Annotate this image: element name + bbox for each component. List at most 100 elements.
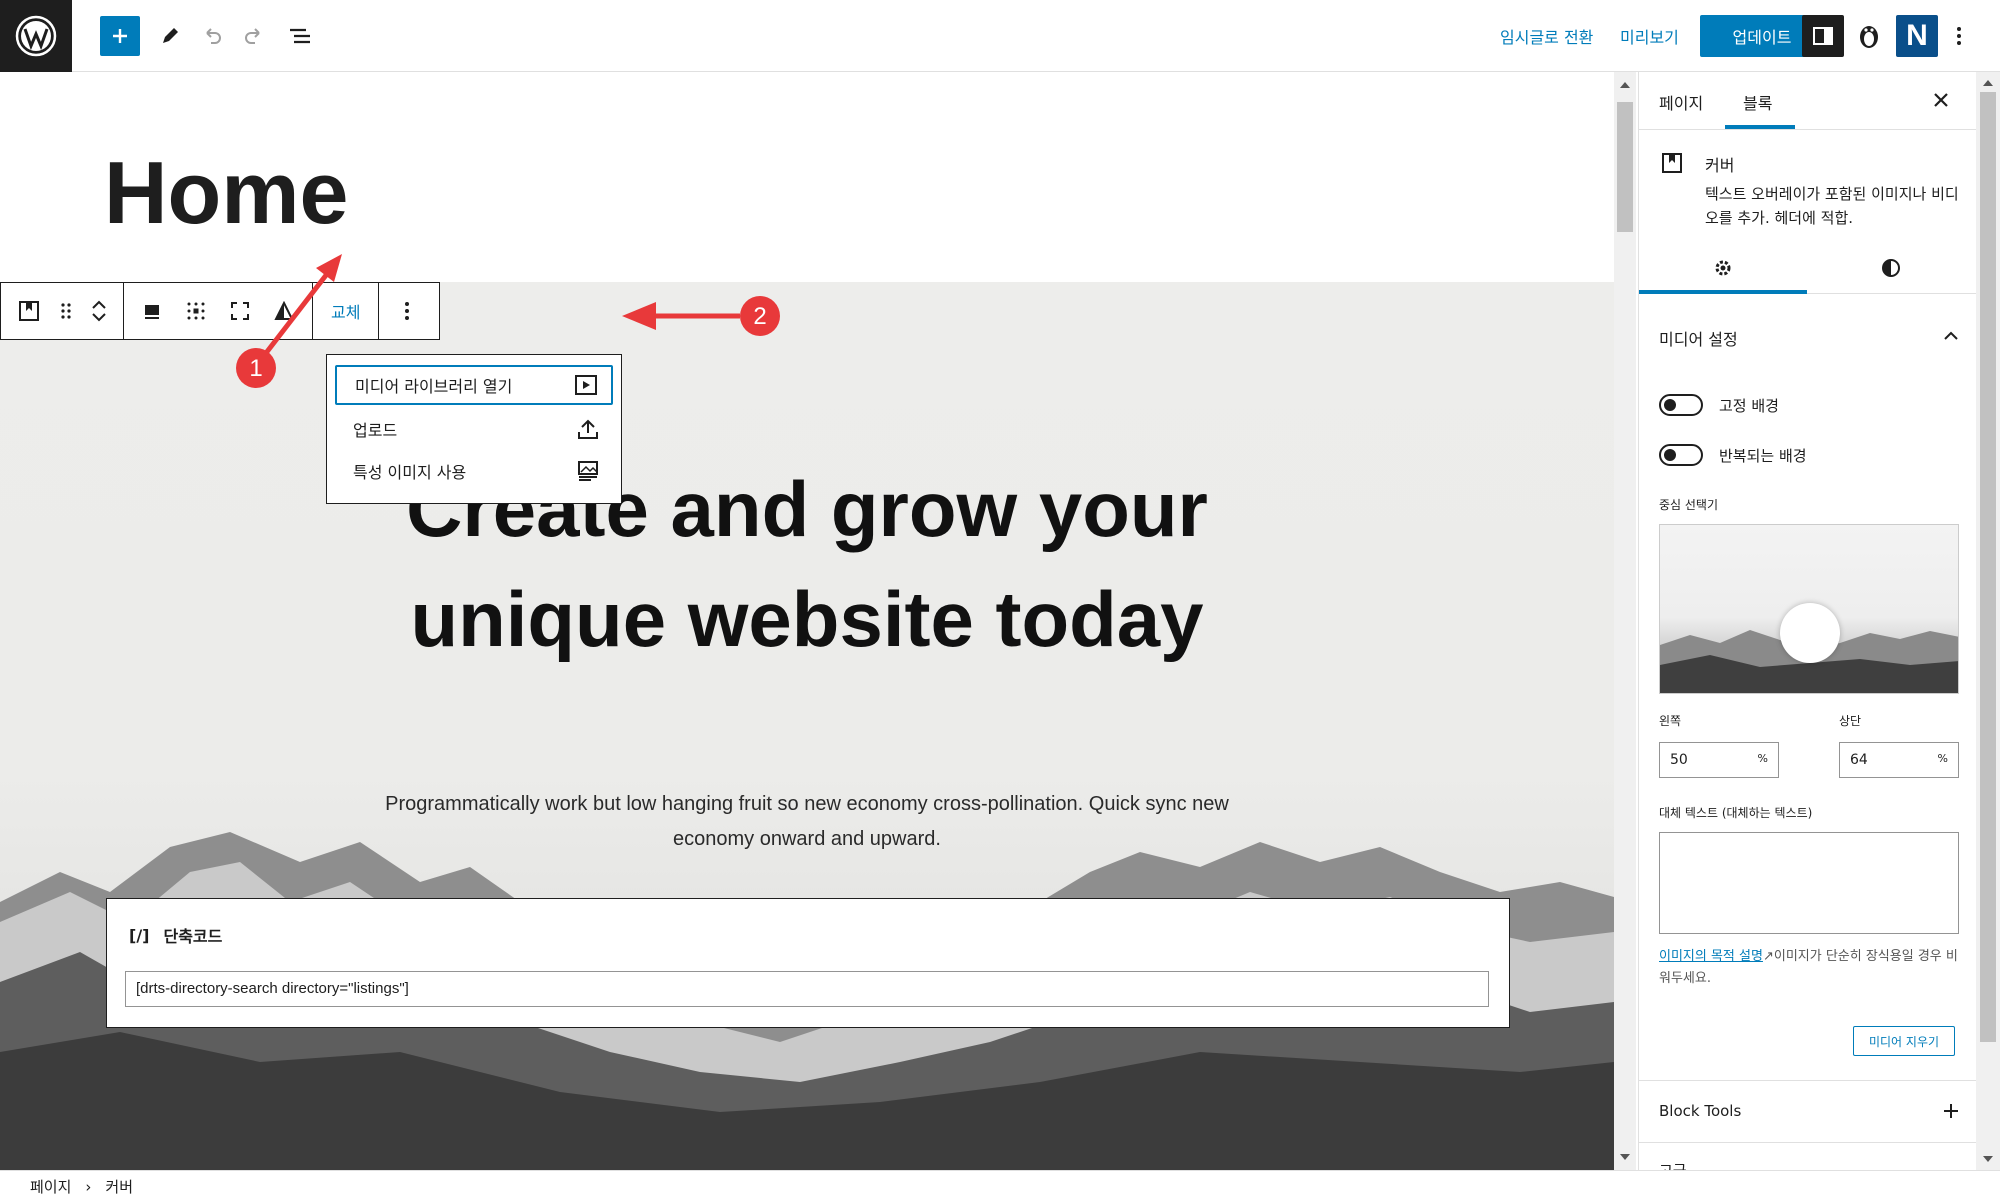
percent-unit: % [1937, 752, 1948, 765]
upload-item[interactable]: 업로드 [335, 409, 613, 449]
focal-left-value: 50 [1670, 752, 1688, 768]
block-card-title: 커버 [1705, 156, 1735, 175]
scroll-down-icon[interactable] [1620, 1154, 1630, 1162]
scroll-up-icon[interactable] [1983, 78, 1993, 86]
active-tab-indicator [1725, 125, 1795, 129]
alt-text-purpose-link[interactable]: 이미지의 목적 설명 [1659, 949, 1763, 964]
dropdown-item-label: 업로드 [353, 421, 398, 440]
styles-icon[interactable] [1881, 258, 1901, 278]
plugin-penguin-button[interactable] [1848, 15, 1890, 57]
more-vertical-icon [1957, 27, 1961, 45]
use-featured-image-item[interactable]: 특성 이미지 사용 [335, 451, 613, 491]
shortcode-block[interactable]: [/] 단축코드 [drts-directory-search director… [106, 898, 1510, 1028]
document-overview-button[interactable] [280, 16, 320, 56]
block-type-button[interactable] [7, 283, 51, 339]
breadcrumb-separator: › [85, 1177, 92, 1196]
shortcode-icon: [/] [129, 925, 150, 945]
editor-canvas: Home Create and grow your unique website… [0, 72, 1614, 1170]
add-block-button[interactable] [100, 16, 140, 56]
duotone-button[interactable] [262, 283, 306, 339]
chevron-down-icon[interactable] [91, 311, 107, 323]
panel-divider [1639, 1080, 1976, 1081]
drag-handle[interactable] [51, 283, 81, 339]
alt-text-input[interactable] [1659, 832, 1959, 934]
focal-point-handle[interactable] [1780, 603, 1840, 663]
canvas-scrollbar[interactable] [1614, 72, 1636, 1170]
block-card-description: 텍스트 오버레이가 포함된 이미지나 비디오를 추가. 헤더에 적합. [1705, 185, 1959, 227]
repeat-background-toggle[interactable] [1659, 444, 1703, 466]
sidebar-scroll-thumb[interactable] [1980, 92, 1996, 1042]
hero-paragraph[interactable]: Programmatically work but low hanging fr… [360, 787, 1254, 857]
block-options-button[interactable] [385, 283, 429, 339]
plugin-n-button[interactable]: N [1896, 15, 1938, 57]
toolbar-group-block [1, 283, 124, 339]
settings-sidebar: 페이지 블록 커버 텍스트 오버레이가 포함된 이미지나 비디오를 추가. 헤더… [1638, 72, 1976, 1170]
plus-icon [113, 29, 127, 43]
media-settings-panel-header[interactable]: 미디어 설정 [1659, 326, 1959, 350]
tab-page[interactable]: 페이지 [1659, 90, 1703, 114]
edit-tool-button[interactable] [150, 16, 190, 56]
fullscreen-icon [231, 302, 249, 320]
alt-text-label: 대체 텍스트 (대체하는 텍스트) [1659, 806, 1813, 820]
dropdown-item-label: 미디어 라이브러리 열기 [355, 377, 513, 396]
upload-icon [578, 419, 598, 439]
advanced-panel-header[interactable]: 고급 [1659, 1160, 1959, 1170]
breadcrumb-item-cover[interactable]: 커버 [105, 1176, 133, 1197]
chevron-up-icon[interactable] [91, 299, 107, 311]
alt-text-help: 이미지의 목적 설명↗이미지가 단순히 장식용일 경우 비워두세요. [1659, 946, 1959, 990]
shortcode-header: [/] 단축코드 [129, 923, 222, 947]
options-menu-button[interactable] [1944, 15, 1974, 57]
switch-to-draft-link[interactable]: 임시글로 전환 [1500, 24, 1593, 48]
settings-toggle-button[interactable] [1802, 15, 1844, 57]
active-settings-tab-indicator [1639, 290, 1807, 294]
align-button[interactable] [130, 283, 174, 339]
featured-image-icon [578, 461, 598, 481]
open-media-library-item[interactable]: 미디어 라이브러리 열기 [335, 365, 613, 405]
align-wide-icon [145, 305, 159, 319]
shortcode-input[interactable]: [drts-directory-search directory="listin… [125, 971, 1489, 1007]
page-title[interactable]: Home [104, 142, 349, 244]
repeat-background-label: 반복되는 배경 [1719, 446, 1807, 465]
advanced-panel-title: 고급 [1659, 1162, 1687, 1170]
focal-point-picker[interactable] [1659, 524, 1959, 694]
top-label: 상단 [1839, 714, 1862, 728]
undo-button[interactable] [192, 16, 232, 56]
focal-top-input[interactable]: 64 % [1839, 742, 1959, 778]
fixed-background-label: 고정 배경 [1719, 396, 1779, 415]
scroll-down-icon[interactable] [1983, 1156, 1993, 1164]
redo-button[interactable] [234, 16, 274, 56]
wordpress-logo-button[interactable] [0, 0, 72, 72]
block-toolbar: 교체 [0, 282, 440, 340]
fixed-background-row: 고정 배경 [1659, 394, 1779, 416]
drag-icon [61, 303, 71, 319]
hero-heading[interactable]: Create and grow your unique website toda… [0, 454, 1614, 674]
chevron-up-icon [1944, 331, 1958, 340]
move-block-buttons[interactable] [81, 283, 117, 339]
block-tools-panel-header[interactable]: Block Tools [1659, 1102, 1959, 1120]
dropdown-item-label: 특성 이미지 사용 [353, 463, 467, 482]
breadcrumb-item-page[interactable]: 페이지 [30, 1176, 71, 1197]
undo-icon [206, 28, 221, 44]
content-position-button[interactable] [174, 283, 218, 339]
clear-media-button[interactable]: 미디어 지우기 [1853, 1026, 1955, 1056]
close-icon[interactable] [1933, 92, 1949, 108]
scroll-up-icon[interactable] [1620, 80, 1630, 88]
more-vertical-icon [405, 302, 410, 320]
cover-block[interactable]: Create and grow your unique website toda… [0, 282, 1614, 1170]
block-settings-tabs [1639, 242, 1976, 294]
sidebar-scrollbar[interactable] [1976, 72, 2000, 1170]
gear-icon[interactable] [1713, 258, 1733, 278]
tab-block[interactable]: 블록 [1743, 90, 1772, 114]
shortcode-label: 단축코드 [163, 927, 223, 946]
fixed-background-toggle[interactable] [1659, 394, 1703, 416]
full-height-button[interactable] [218, 283, 262, 339]
replace-media-button[interactable]: 교체 [319, 299, 372, 323]
panel-divider [1639, 1142, 1976, 1143]
repeat-background-row: 반복되는 배경 [1659, 444, 1807, 466]
preview-link[interactable]: 미리보기 [1620, 24, 1679, 48]
position-grid-icon [187, 302, 205, 320]
focal-left-input[interactable]: 50 % [1659, 742, 1779, 778]
toolbar-group-layout [124, 283, 313, 339]
cover-block-icon [19, 301, 39, 321]
canvas-scroll-thumb[interactable] [1617, 102, 1633, 232]
